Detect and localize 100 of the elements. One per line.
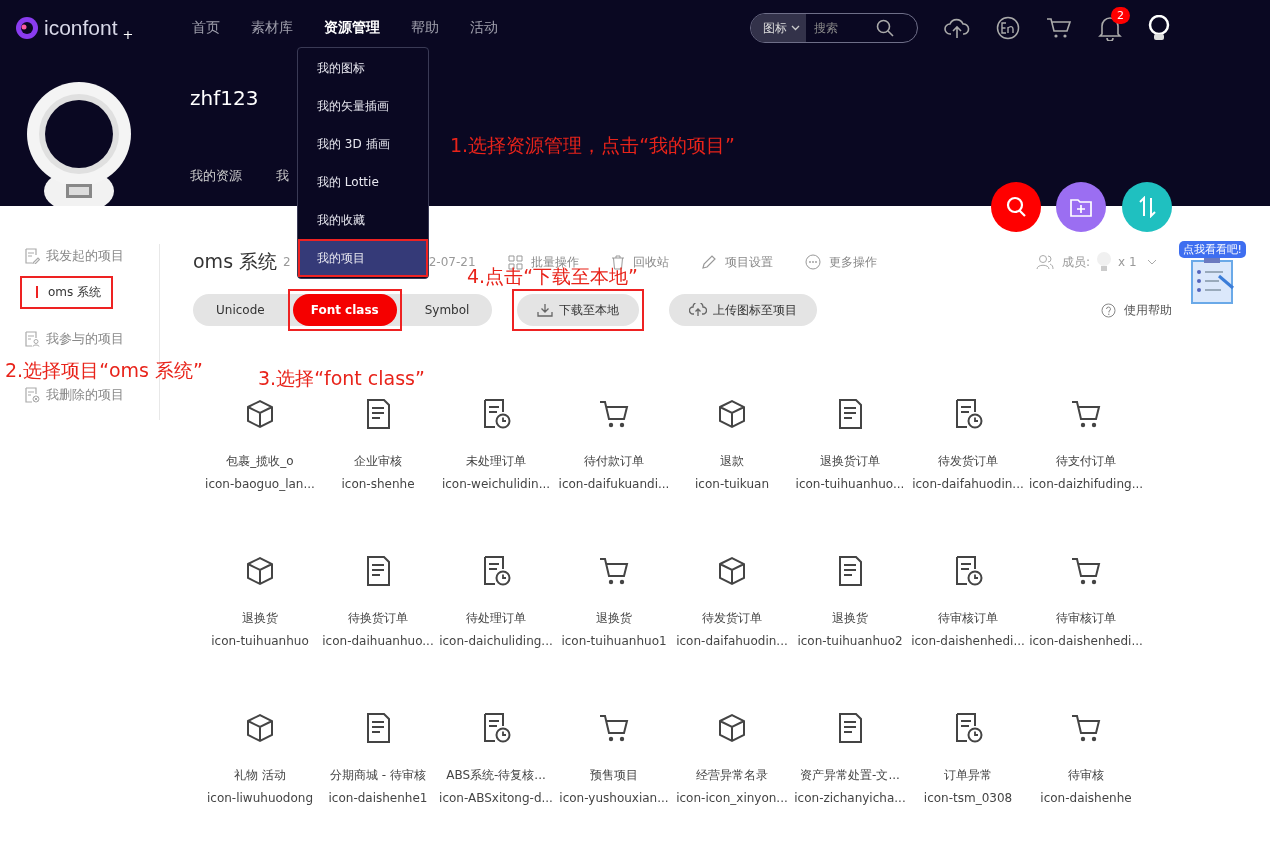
- upload-button[interactable]: 上传图标至项目: [669, 294, 818, 326]
- icon-name: 退换货订单: [820, 453, 880, 470]
- icon-class-name: icon-tuihuanhuo2: [797, 634, 903, 648]
- format-tab[interactable]: Font class: [292, 294, 397, 326]
- helper-badge[interactable]: 点我看看吧!: [1178, 240, 1246, 258]
- icon-name: 待审核订单: [938, 610, 998, 627]
- profile-tab[interactable]: 我: [276, 167, 289, 185]
- format-tab[interactable]: Symbol: [406, 294, 488, 326]
- icon-name: 退款: [720, 453, 744, 470]
- nav-link[interactable]: 帮助: [411, 19, 439, 37]
- action-link[interactable]: 更多操作: [804, 253, 877, 271]
- nav-link[interactable]: 资源管理: [324, 19, 380, 37]
- box-icon[interactable]: [244, 555, 276, 587]
- menu-item[interactable]: 我的图标: [298, 49, 428, 87]
- sidebar-item[interactable]: 我参与的项目: [24, 327, 159, 351]
- box-icon[interactable]: [244, 712, 276, 744]
- menu-item[interactable]: 我的 3D 插画: [298, 125, 428, 163]
- document-person-icon: [24, 331, 40, 347]
- project-item[interactable]: oms 系统: [20, 276, 114, 309]
- menu-item[interactable]: 我的项目: [298, 239, 428, 277]
- document-edit-icon: [24, 248, 40, 264]
- icon-name: 包裹_揽收_o: [226, 453, 294, 470]
- icon-class-name: icon-baoguo_lan...: [205, 477, 315, 491]
- sidebar-item[interactable]: 我发起的项目: [24, 244, 159, 268]
- logo-icon: [15, 16, 39, 40]
- cart-icon[interactable]: [598, 555, 630, 587]
- box-icon[interactable]: [716, 398, 748, 430]
- cart-icon[interactable]: [1070, 555, 1102, 587]
- cart-icon[interactable]: [598, 712, 630, 744]
- date-text: 2: [283, 255, 291, 269]
- username: zhf123: [190, 86, 260, 110]
- members-icon: [1035, 254, 1054, 270]
- box-icon[interactable]: [244, 398, 276, 430]
- nav-link[interactable]: 素材库: [251, 19, 293, 37]
- icon-class-name: icon-tuikuan: [695, 477, 769, 491]
- icon-name: 待处理订单: [466, 610, 526, 627]
- icon-class-name: icon-icon_xinyon...: [676, 791, 788, 805]
- icon-class-name: icon-ABSxitong-d...: [439, 791, 553, 805]
- icon-name: 订单异常: [944, 767, 992, 784]
- project-title: oms 系统: [193, 249, 278, 274]
- icon-name: 资产异常处置-文...: [800, 767, 900, 784]
- search-scope-dropdown[interactable]: 图标: [751, 14, 806, 42]
- menu-item[interactable]: 我的 Lottie: [298, 163, 428, 201]
- cart-icon[interactable]: [1070, 398, 1102, 430]
- add-folder-button[interactable]: [1056, 182, 1106, 232]
- members-count: x 1: [1118, 255, 1137, 269]
- icon-name: ABS系统-待复核...: [446, 767, 546, 784]
- cart-icon[interactable]: [1046, 17, 1072, 39]
- folder-plus-icon: [1069, 196, 1093, 218]
- upload-cloud-icon[interactable]: [944, 17, 970, 39]
- icon-class-name: icon-zichanyicha...: [794, 791, 906, 805]
- icon-class-name: icon-tsm_0308: [923, 791, 1013, 805]
- download-button[interactable]: 下载至本地: [517, 294, 640, 326]
- icon-class-name: icon-daihuanhuo...: [322, 634, 434, 648]
- cart-icon[interactable]: [1070, 712, 1102, 744]
- cloud-upload-icon: [689, 303, 708, 317]
- icon-name: 待换货订单: [348, 610, 408, 627]
- icon-name: 待付款订单: [584, 453, 644, 470]
- icon-name: 退换货: [242, 610, 278, 627]
- format-tab[interactable]: Unicode: [198, 294, 283, 326]
- cart-icon[interactable]: [598, 398, 630, 430]
- search-icon: [1005, 196, 1027, 218]
- icon-name: 经营异常名录: [696, 767, 768, 784]
- icon-class-name: icon-daishenhe1: [328, 791, 428, 805]
- avatar-icon[interactable]: [1148, 15, 1170, 41]
- logo-plus: +: [122, 26, 134, 42]
- nav-link[interactable]: 首页: [192, 19, 220, 37]
- box-icon[interactable]: [716, 712, 748, 744]
- help-icon: [1101, 302, 1116, 318]
- icon-class-name: icon-weichulidin...: [441, 477, 551, 491]
- icon-name: 礼物 活动: [234, 767, 286, 784]
- icon-class-name: icon-daishenhedi...: [1029, 634, 1143, 648]
- icon-class-name: icon-daifukuandi...: [558, 477, 670, 491]
- sort-button[interactable]: [1122, 182, 1172, 232]
- clipboard-icon[interactable]: [1189, 257, 1236, 304]
- icon-class-name: icon-daishenhedi...: [911, 634, 1025, 648]
- icon-class-name: icon-yushouxian...: [559, 791, 669, 805]
- pencil-icon: [700, 254, 717, 270]
- logo-text[interactable]: iconfont: [44, 16, 118, 40]
- help-link[interactable]: 使用帮助: [1101, 301, 1172, 319]
- icon-name: 待发货订单: [938, 453, 998, 470]
- box-icon[interactable]: [716, 555, 748, 587]
- annotation-text: 2.选择项目“oms 系统”: [5, 358, 203, 383]
- action-link[interactable]: 项目设置: [700, 253, 773, 271]
- search-button[interactable]: [991, 182, 1041, 232]
- language-icon[interactable]: [996, 16, 1020, 40]
- icon-class-name: icon-daifahuodin...: [676, 634, 788, 648]
- sidebar-item[interactable]: 我删除的项目: [24, 383, 159, 407]
- menu-item[interactable]: 我的收藏: [298, 201, 428, 239]
- icon-name: 退换货: [596, 610, 632, 627]
- icon-class-name: icon-daifahuodin...: [912, 477, 1024, 491]
- icon-name: 待发货订单: [702, 610, 762, 627]
- menu-item[interactable]: 我的矢量插画: [298, 87, 428, 125]
- icon-name: 预售项目: [590, 767, 638, 784]
- profile-tab[interactable]: 我的资源: [190, 167, 242, 185]
- search-icon[interactable]: [876, 19, 894, 37]
- annotation-text: 1.选择资源管理，点击“我的项目”: [450, 133, 735, 158]
- nav-link[interactable]: 活动: [470, 19, 498, 37]
- members-label: 成员:: [1061, 253, 1090, 271]
- icon-name: 分期商城 - 待审核: [330, 767, 426, 784]
